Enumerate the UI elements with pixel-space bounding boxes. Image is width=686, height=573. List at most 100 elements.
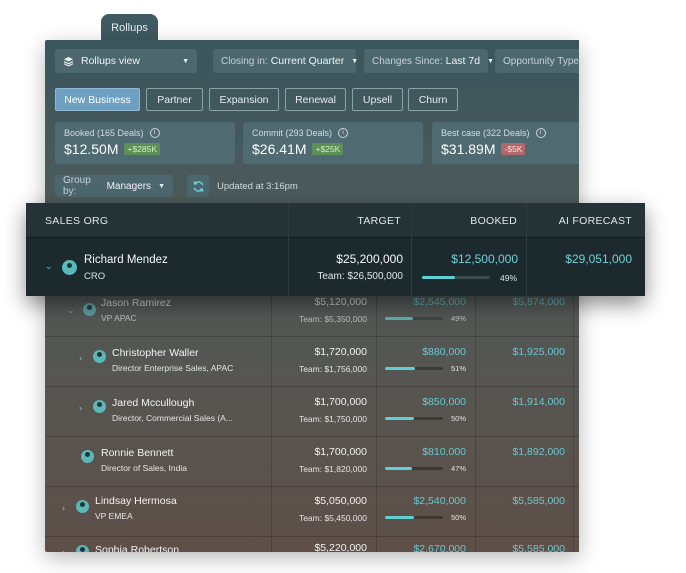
commit-card-label: Commit (293 Deals) [252,128,333,138]
opportunity-type-label: Opportunity Type: [503,55,579,67]
column-divider [271,288,272,552]
chevron-right-icon[interactable]: › [62,547,65,552]
commit-delta-badge: +$25K [312,143,344,155]
table-row[interactable]: › Lindsay Hermosa VP EMEA $5,050,000 Tea… [45,486,579,536]
row-name: Lindsay Hermosa [95,495,177,507]
chevron-down-icon[interactable]: ⌄ [45,261,53,272]
booked-percent: 49% [451,314,467,323]
column-divider [573,288,574,552]
booked-percent: 50% [451,513,467,522]
booked-progress-bar [422,276,490,279]
row-ai-forecast: $5,585,000 [512,495,565,507]
row-booked: $880,000 [422,346,466,358]
row-name: Jared Mccullough [112,397,195,409]
group-by-select[interactable]: Group by: Managers ▼ [55,175,173,197]
view-select-label: Rollups view [81,55,140,67]
info-icon[interactable]: i [149,128,160,138]
changes-since-label: Changes Since: [372,55,443,67]
chevron-right-icon[interactable]: › [79,353,82,363]
row-title: CRO [84,271,106,282]
row-name: Christopher Waller [112,347,199,359]
best-case-card[interactable]: Best case (322 Deals) i $31.89M -$5K [432,122,579,164]
column-divider [376,288,377,552]
row-name: Jason Ramirez [101,297,172,309]
best-case-card-label: Best case (322 Deals) [441,128,530,138]
column-header-ai-forecast[interactable]: AI FORECAST [559,215,632,227]
changes-since-value: Last 7d [445,55,481,67]
booked-delta-badge: +$285K [124,143,161,155]
booked-progress-bar [385,467,443,470]
booked-percent: 50% [451,414,467,423]
segment-churn[interactable]: Churn [408,88,458,111]
chevron-right-icon[interactable]: › [62,503,65,513]
best-case-delta-badge: -$5K [501,143,526,155]
segment-expansion[interactable]: Expansion [209,88,279,111]
row-target: $25,200,000 [336,252,403,266]
booked-progress-bar [385,367,443,370]
booked-progress-bar [385,417,443,420]
row-team-target: Team: $1,750,000 [298,414,367,424]
table-row[interactable]: › Jared Mccullough Director, Commercial … [45,386,579,436]
table-row[interactable]: › Sophia Robertson $5,220,000 $2,670,000… [45,536,579,552]
row-ai-forecast: $29,051,000 [565,252,632,266]
segment-renewal[interactable]: Renewal [285,88,346,111]
chevron-down-icon: ▼ [158,182,165,190]
avatar [83,303,96,316]
row-title: Director of Sales, India [101,463,187,473]
avatar [62,260,77,275]
view-select[interactable]: Rollups view ▼ [55,49,197,73]
rollups-panel: Rollups view ▼ Closing in: Current Quart… [45,40,579,552]
chevron-down-icon: ▼ [487,57,494,65]
column-header-booked[interactable]: BOOKED [470,215,517,227]
avatar [93,400,106,413]
booked-percent: 49% [500,273,518,283]
row-ai-forecast: $1,925,000 [512,346,565,358]
booked-card-value: $12.50M [64,141,119,157]
column-header-target[interactable]: TARGET [357,215,401,227]
chevron-right-icon[interactable]: › [79,403,82,413]
group-by-label: Group by: [63,175,91,197]
refresh-button[interactable] [187,175,209,197]
table-row[interactable]: Ronnie Bennett Director of Sales, India … [45,436,579,486]
row-booked: $2,540,000 [413,495,466,507]
chevron-down-icon[interactable]: ⌄ [67,305,75,316]
row-target: $1,700,000 [314,446,367,458]
table-header: SALES ORG TARGET BOOKED AI FORECAST [26,203,645,238]
tab-rollups[interactable]: Rollups [101,14,158,42]
segment-partner[interactable]: Partner [146,88,203,111]
booked-card[interactable]: Booked (165 Deals) i $12.50M +$285K [55,122,235,164]
row-booked: $12,500,000 [451,252,518,266]
row-name: Richard Mendez [84,254,168,266]
row-ai-forecast: $5,874,000 [512,296,565,308]
avatar [76,545,89,552]
commit-card[interactable]: Commit (293 Deals) i $26.41M +$25K [243,122,423,164]
segment-new-business[interactable]: New Business [55,88,140,111]
avatar [81,450,94,463]
row-target: $1,720,000 [314,346,367,358]
info-icon[interactable]: i [535,128,546,138]
changes-since-select[interactable]: Changes Since: Last 7d ▼ [364,49,494,73]
row-ai-forecast: $1,914,000 [512,396,565,408]
table-row[interactable]: › Christopher Waller Director Enterprise… [45,336,579,386]
column-divider [411,203,412,296]
info-icon[interactable]: i [338,128,349,138]
opportunity-type-select[interactable]: Opportunity Type: A [495,49,579,73]
booked-progress-bar [385,317,443,320]
chevron-down-icon: ▼ [351,57,359,65]
segment-upsell[interactable]: Upsell [352,88,403,111]
row-target: $5,120,000 [314,296,367,308]
row-title: VP APAC [101,313,137,323]
avatar [76,500,89,513]
row-name: Sophia Robertson [95,544,180,552]
booked-card-label: Booked (165 Deals) [64,128,144,138]
avatar [93,350,106,363]
column-header-sales-org[interactable]: SALES ORG [45,215,108,227]
row-target: $5,050,000 [314,495,367,507]
closing-in-value: Current Quarter [270,55,345,67]
booked-percent: 51% [451,364,467,373]
row-team-target: Team: $5,450,000 [298,513,367,523]
row-booked: $2,670,000 [413,543,466,552]
closing-in-select[interactable]: Closing in: Current Quarter ▼ [213,49,359,73]
row-team-target: Team: $5,350,000 [298,314,367,324]
row-team-target: Team: $1,756,000 [298,364,367,374]
